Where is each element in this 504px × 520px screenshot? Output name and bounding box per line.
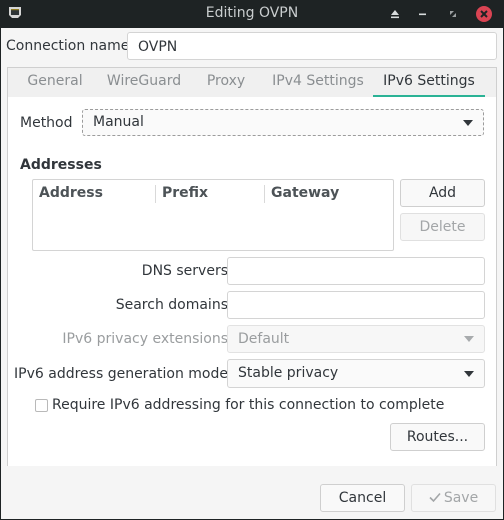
tab-proxy[interactable]: Proxy: [194, 68, 258, 97]
require-ipv6-checkbox[interactable]: [35, 399, 48, 412]
delete-address-button[interactable]: Delete: [400, 213, 485, 241]
dns-servers-label: DNS servers: [141, 263, 228, 279]
cancel-button[interactable]: Cancel: [320, 484, 405, 512]
ipv6-settings-panel: Method Manual Addresses Address Prefix G…: [8, 97, 496, 466]
column-header-gateway[interactable]: Gateway: [271, 185, 339, 201]
privacy-extensions-label: IPv6 privacy extensions: [62, 331, 228, 347]
routes-button[interactable]: Routes...: [390, 423, 485, 451]
method-value: Manual: [93, 114, 144, 130]
dns-servers-input[interactable]: [227, 257, 485, 285]
chevron-down-icon: [464, 336, 474, 342]
method-select[interactable]: Manual: [82, 109, 484, 136]
address-generation-mode-label: IPv6 address generation mode: [14, 366, 228, 382]
close-icon[interactable]: [474, 4, 494, 24]
keep-above-icon[interactable]: [386, 5, 404, 23]
addresses-table[interactable]: Address Prefix Gateway: [32, 179, 394, 251]
title-bar: Editing OVPN: [0, 0, 504, 28]
column-separator: [264, 185, 265, 203]
column-header-address[interactable]: Address: [39, 185, 103, 201]
tab-wireguard[interactable]: WireGuard: [102, 68, 186, 97]
minimize-icon[interactable]: [414, 5, 432, 23]
save-label: Save: [443, 490, 479, 506]
dialog-body: Connection name OVPN General WireGuard P…: [1, 28, 503, 519]
maximize-icon[interactable]: [444, 5, 462, 23]
connection-name-label: Connection name: [6, 38, 130, 54]
method-label: Method: [20, 115, 73, 131]
address-generation-mode-select[interactable]: Stable privacy: [227, 359, 485, 388]
chevron-down-icon: [463, 119, 473, 126]
save-button[interactable]: Save: [411, 484, 496, 512]
column-separator: [155, 185, 156, 203]
add-address-button[interactable]: Add: [400, 179, 485, 207]
privacy-extensions-value: Default: [238, 331, 290, 347]
column-header-prefix[interactable]: Prefix: [162, 185, 208, 201]
checkmark-icon: [429, 492, 441, 503]
address-generation-mode-value: Stable privacy: [238, 365, 339, 381]
settings-tabs: General WireGuard Proxy IPv4 Settings IP…: [7, 67, 497, 466]
search-domains-label: Search domains: [115, 297, 228, 313]
addresses-heading: Addresses: [20, 157, 102, 173]
tab-ipv6-settings[interactable]: IPv6 Settings: [373, 68, 485, 98]
chevron-down-icon: [464, 370, 474, 377]
tab-general[interactable]: General: [16, 68, 94, 97]
require-ipv6-label[interactable]: Require IPv6 addressing for this connect…: [52, 397, 444, 413]
search-domains-input[interactable]: [227, 291, 485, 319]
connection-name-input[interactable]: OVPN: [127, 32, 497, 60]
privacy-extensions-select[interactable]: Default: [227, 325, 485, 353]
tab-bar: General WireGuard Proxy IPv4 Settings IP…: [8, 68, 496, 98]
tab-ipv4-settings[interactable]: IPv4 Settings: [266, 68, 370, 97]
